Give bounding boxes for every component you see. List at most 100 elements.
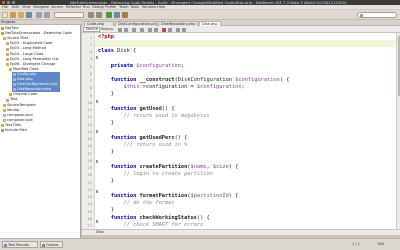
undo-icon[interactable] [36, 12, 42, 18]
line-number: 25 [87, 208, 92, 214]
output-tab[interactable]: Output [40, 241, 63, 248]
test-results-icon [4, 243, 8, 247]
line-number: 24 [87, 201, 92, 207]
clean-build-icon[interactable] [96, 12, 102, 18]
new-project-icon[interactable] [10, 12, 16, 18]
project-icon [1, 32, 4, 36]
lock-file-icon [3, 118, 6, 122]
line-number: 13 [87, 121, 92, 127]
code-line: } [110, 149, 114, 155]
debug-icon[interactable] [114, 12, 120, 18]
line-number: 16 [87, 143, 92, 149]
code-line: class Disk { [98, 48, 137, 54]
code-line: function createPartition($name, $size) { [110, 164, 239, 170]
shift-left-icon[interactable] [148, 27, 152, 32]
open-project-icon[interactable] [18, 12, 24, 18]
uncomment-icon[interactable] [182, 27, 186, 32]
run-icon[interactable] [106, 12, 112, 18]
bookmark-icon[interactable] [140, 27, 144, 32]
code-line: function checkWorkingStatus() { [110, 215, 210, 221]
maximize-window-icon[interactable] [12, 0, 16, 5]
line-number: 8 [89, 85, 92, 91]
breadcrumb: Disk [82, 229, 400, 235]
line-number: 27 [87, 223, 92, 228]
code-line: } [110, 91, 114, 97]
breadcrumb-item[interactable]: Disk [96, 230, 104, 235]
line-number: 5 [89, 63, 92, 69]
shift-right-icon[interactable] [154, 27, 158, 32]
redo-icon[interactable] [44, 12, 50, 18]
current-line-highlight [95, 40, 396, 47]
line-number: 7 [89, 78, 92, 83]
main-toolbar [0, 10, 400, 20]
code-line: // do the format [123, 200, 175, 206]
fold-icon[interactable] [95, 130, 98, 133]
code-line: /// return used in % [123, 142, 188, 148]
tree-item[interactable]: Include Path [0, 128, 81, 133]
search-input[interactable] [357, 12, 397, 18]
find-icon[interactable] [132, 27, 136, 32]
new-file-icon[interactable] [2, 12, 8, 18]
folder-icon [6, 42, 9, 46]
line-number: 14 [87, 128, 92, 134]
projects-panel-header: Projects [0, 20, 81, 25]
test-results-tab[interactable]: Test Results [2, 241, 38, 248]
line-number: 15 [87, 136, 92, 141]
folder-icon [6, 52, 9, 56]
line-number: 12 [87, 114, 92, 120]
folder-icon [1, 124, 4, 128]
php-file-icon [13, 83, 16, 87]
comment-icon[interactable] [176, 27, 180, 32]
line-number: 23 [87, 194, 92, 199]
profile-icon[interactable] [122, 12, 128, 18]
tab-projects[interactable]: Projects [1, 20, 15, 25]
code-editor[interactable]: 1 2 3 4 5 6 7 8 9 10 11 12 13 14 15 16 17 18 19 20 21 22 23 24 2… [82, 33, 396, 229]
project-icon [1, 27, 4, 31]
output-label: Output [46, 243, 59, 247]
php-file-icon [13, 88, 16, 92]
line-number: 22 [87, 186, 92, 192]
line-number: 26 [87, 215, 92, 221]
line-number: 19 [87, 165, 92, 170]
configuration-select[interactable] [54, 12, 84, 18]
code-line: function getUsedPerc() { [110, 135, 188, 141]
line-number: 21 [87, 179, 92, 185]
save-all-icon[interactable] [26, 12, 32, 18]
folder-open-icon [9, 67, 12, 71]
minimize-window-icon[interactable] [7, 0, 11, 5]
php-file-icon [13, 73, 16, 77]
stop-macro-icon[interactable] [168, 27, 172, 32]
php-file-icon [13, 78, 16, 82]
close-window-icon[interactable] [2, 0, 6, 5]
start-macro-icon[interactable] [162, 27, 166, 32]
code-line: } [110, 207, 114, 213]
forward-icon[interactable] [124, 27, 128, 32]
code-line: } [110, 120, 114, 126]
code-line: function __construct(DiskConfiguration $… [110, 77, 290, 83]
history-view-button[interactable]: History [99, 27, 115, 32]
code-line: // check SMART for errors [123, 222, 204, 228]
folder-open-icon [6, 62, 9, 66]
source-view-button[interactable]: Source [83, 27, 101, 32]
line-number: 20 [87, 172, 92, 178]
back-icon[interactable] [118, 27, 122, 32]
line-number: 2 [89, 41, 92, 47]
output-icon [42, 243, 46, 247]
code-line: $this->configuration = $configuration; [123, 84, 245, 90]
line-number: 17 [87, 150, 92, 156]
editor-scrollbar[interactable] [396, 33, 400, 229]
code-line: // return used in megabytes [123, 113, 210, 119]
fold-icon[interactable] [95, 56, 98, 59]
fold-icon[interactable] [95, 100, 98, 103]
editor-toolbar: Source History [82, 26, 400, 33]
code-line: } [110, 178, 114, 184]
code-line: function formatPartition($partitionId) { [110, 193, 239, 199]
test-results-label: Test Results [8, 243, 30, 247]
json-file-icon [3, 113, 6, 117]
folder-icon [3, 103, 6, 107]
projects-panel: Projects NetTuts NetTutsScreencasts - De… [0, 20, 81, 238]
fold-icon[interactable] [95, 160, 98, 163]
build-icon[interactable] [88, 12, 94, 18]
line-number: 6 [89, 70, 92, 76]
line-number: 9 [89, 92, 92, 98]
